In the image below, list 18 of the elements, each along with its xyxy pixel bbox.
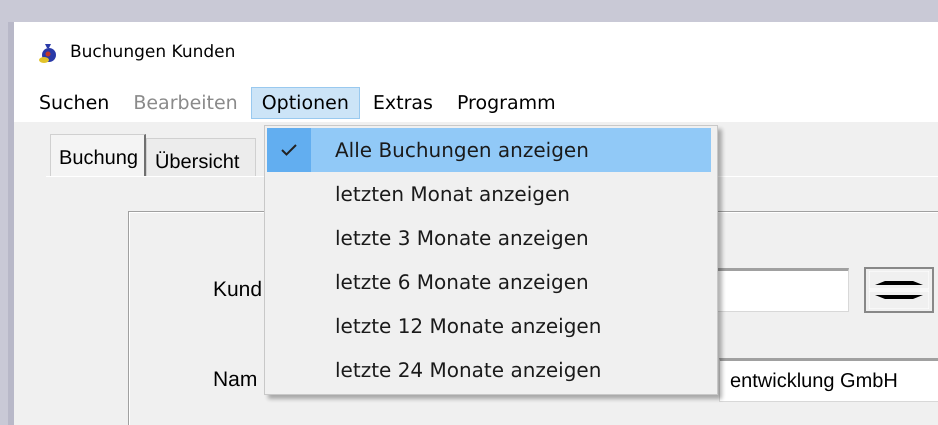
tab[interactable]: Übersicht <box>146 138 256 176</box>
money-bag-icon <box>38 42 58 64</box>
window-title: Buchungen Kunden <box>70 41 236 64</box>
menu-option[interactable]: letzte 3 Monate anzeigen <box>267 216 711 260</box>
field-label: Kund <box>213 278 262 302</box>
text-field[interactable]: entwicklung GmbH <box>719 358 938 402</box>
menu-option[interactable]: letzten Monat anzeigen <box>267 172 711 216</box>
menu-option[interactable]: letzte 6 Monate anzeigen <box>267 260 711 304</box>
menu-option[interactable]: letzte 12 Monate anzeigen <box>267 304 711 348</box>
menu-item[interactable]: Programm <box>446 86 567 120</box>
tab[interactable]: Buchung <box>50 134 146 176</box>
menu-option[interactable]: Alle Buchungen anzeigen <box>267 128 711 172</box>
menu-item[interactable]: Extras <box>362 86 444 120</box>
menu-item[interactable]: Optionen <box>250 86 360 120</box>
spin-button[interactable] <box>864 267 934 313</box>
field-label: Nam <box>213 368 258 392</box>
menu-item[interactable]: Suchen <box>28 86 120 120</box>
menu-option[interactable]: letzte 24 Monate anzeigen <box>267 348 711 392</box>
